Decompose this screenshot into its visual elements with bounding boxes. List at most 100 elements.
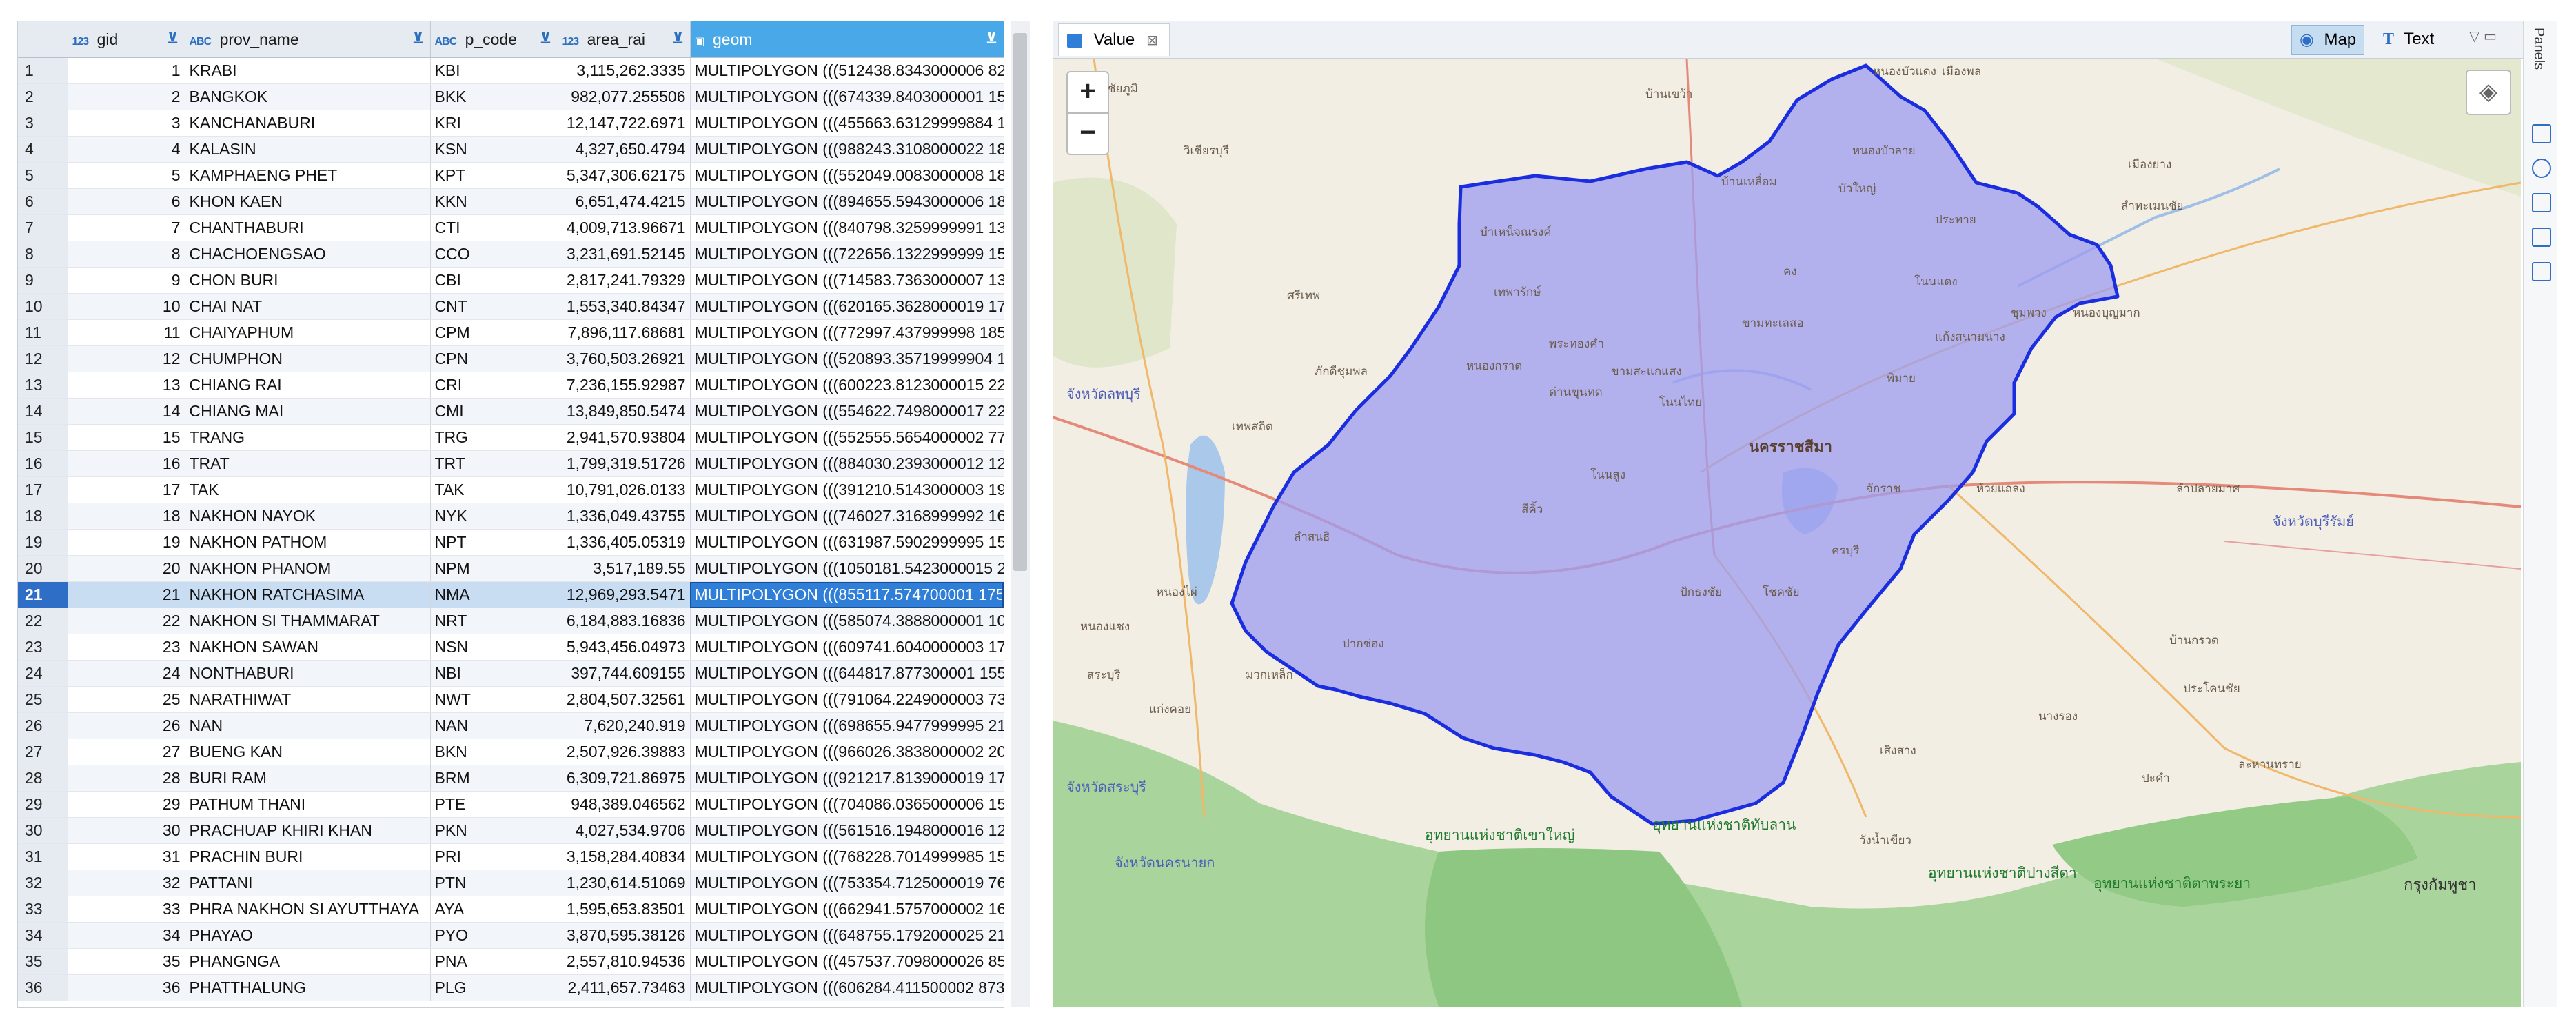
table-row[interactable]: 15 15 TRANG TRG 2,941,570.93804 MULTIPOLYGON … — [18, 424, 1004, 451]
area-rai-cell[interactable]: 5,943,456.04973 — [558, 634, 691, 661]
results-grid[interactable]: 123 gid ⊻ ABC prov_name ⊻ ABC p_code ⊻ 1… — [17, 21, 1004, 1008]
geom-cell[interactable]: MULTIPOLYGON (((768228.7014999985 15998 — [690, 843, 1004, 870]
gid-cell[interactable]: 20 — [68, 555, 185, 582]
geom-cell[interactable]: MULTIPOLYGON (((714583.7363000007 13844 — [690, 267, 1004, 294]
geom-cell[interactable]: MULTIPOLYGON (((609741.6040000003 17907 — [690, 634, 1004, 661]
geom-cell[interactable]: MULTIPOLYGON (((988243.3108000022 18962 — [690, 136, 1004, 163]
gid-cell[interactable]: 17 — [68, 476, 185, 503]
table-row[interactable]: 35 35 PHANGNGA PNA 2,557,810.94536 MULTIPOLYG… — [18, 948, 1004, 975]
prov-name-cell[interactable]: CHAI NAT — [185, 293, 431, 320]
geom-cell[interactable]: MULTIPOLYGON (((704086.0365000006 15757 — [690, 791, 1004, 818]
gid-cell[interactable]: 15 — [68, 424, 185, 451]
p-code-cell[interactable]: CRI — [430, 372, 558, 399]
table-row[interactable]: 2 2 BANGKOK BKK 982,077.255506 MULTIPOLYGON (… — [18, 83, 1004, 110]
panel-grid-icon[interactable] — [2532, 193, 2551, 212]
table-row[interactable]: 24 24 NONTHABURI NBI 397,744.609155 MULTIPOLY… — [18, 660, 1004, 687]
table-row[interactable]: 7 7 CHANTHABURI CTI 4,009,713.96671 MULTIPOLY… — [18, 214, 1004, 241]
prov-name-cell[interactable]: KALASIN — [185, 136, 431, 163]
area-rai-cell[interactable]: 3,115,262.3335 — [558, 57, 691, 84]
scrollbar-thumb[interactable] — [1013, 33, 1027, 571]
gid-cell[interactable]: 16 — [68, 450, 185, 477]
prov-name-cell[interactable]: NAKHON SI THAMMARAT — [185, 608, 431, 634]
geom-cell[interactable]: MULTIPOLYGON (((674339.8403000001 15432 — [690, 83, 1004, 110]
p-code-cell[interactable]: PTN — [430, 870, 558, 896]
geom-cell[interactable]: MULTIPOLYGON (((457537.7098000026 85609 — [690, 948, 1004, 975]
row-number-cell[interactable]: 5 — [18, 162, 68, 189]
row-number-cell[interactable]: 6 — [18, 188, 68, 215]
prov-name-cell[interactable]: PHANGNGA — [185, 948, 431, 975]
row-number-cell[interactable]: 24 — [18, 660, 68, 687]
gid-cell[interactable]: 9 — [68, 267, 185, 294]
filter-icon[interactable]: ⊻ — [167, 30, 179, 48]
gid-cell[interactable]: 34 — [68, 922, 185, 949]
table-row[interactable]: 3 3 KANCHANABURI KRI 12,147,722.6971 MULTIPOL… — [18, 110, 1004, 137]
area-rai-cell[interactable]: 3,158,284.40834 — [558, 843, 691, 870]
p-code-cell[interactable]: CPM — [430, 319, 558, 346]
row-number-cell[interactable]: 22 — [18, 608, 68, 634]
prov-name-cell[interactable]: PHATTHALUNG — [185, 974, 431, 1001]
table-row[interactable]: 30 30 PRACHUAP KHIRI KHAN PKN 4,027,534.9706… — [18, 817, 1004, 844]
p-code-cell[interactable]: KKN — [430, 188, 558, 215]
filter-icon[interactable]: ⊻ — [986, 30, 998, 48]
gid-cell[interactable]: 23 — [68, 634, 185, 661]
panel-menu-icon[interactable]: ▽ ▭ — [2469, 28, 2497, 45]
p-code-cell[interactable]: CNT — [430, 293, 558, 320]
filter-icon[interactable]: ⊻ — [412, 30, 425, 48]
row-number-cell[interactable]: 28 — [18, 765, 68, 792]
p-code-cell[interactable]: PYO — [430, 922, 558, 949]
gid-cell[interactable]: 22 — [68, 608, 185, 634]
p-code-cell[interactable]: CCO — [430, 241, 558, 268]
column-header-area-rai[interactable]: 123 area_rai ⊻ — [558, 21, 691, 58]
area-rai-cell[interactable]: 3,760,503.26921 — [558, 345, 691, 372]
panel-calc-icon[interactable] — [2532, 228, 2551, 247]
p-code-cell[interactable]: NAN — [430, 712, 558, 739]
prov-name-cell[interactable]: TAK — [185, 476, 431, 503]
close-icon[interactable]: ⊠ — [1146, 33, 1158, 48]
table-row[interactable]: 4 4 KALASIN KSN 4,327,650.4794 MULTIPOLYGON (… — [18, 136, 1004, 163]
table-row[interactable]: 18 18 NAKHON NAYOK NYK 1,336,049.43755 MULTIP… — [18, 503, 1004, 530]
table-row[interactable]: 28 28 BURI RAM BRM 6,309,721.86975 MULTIPOLYG… — [18, 765, 1004, 792]
prov-name-cell[interactable]: KANCHANABURI — [185, 110, 431, 137]
row-number-cell[interactable]: 10 — [18, 293, 68, 320]
p-code-cell[interactable]: NYK — [430, 503, 558, 530]
table-row[interactable]: 36 36 PHATTHALUNG PLG 2,411,657.73463 MULTIPO… — [18, 974, 1004, 1001]
table-row[interactable]: 9 9 CHON BURI CBI 2,817,241.79329 MULTIPOLYGO… — [18, 267, 1004, 294]
gid-cell[interactable]: 7 — [68, 214, 185, 241]
row-number-cell[interactable]: 13 — [18, 372, 68, 399]
area-rai-cell[interactable]: 2,817,241.79329 — [558, 267, 691, 294]
table-row[interactable]: 6 6 KHON KAEN KKN 6,651,474.4215 MULTIPOLYGON… — [18, 188, 1004, 215]
p-code-cell[interactable]: KRI — [430, 110, 558, 137]
p-code-cell[interactable]: NSN — [430, 634, 558, 661]
p-code-cell[interactable]: TRG — [430, 424, 558, 451]
prov-name-cell[interactable]: KRABI — [185, 57, 431, 84]
filter-icon[interactable]: ⊻ — [540, 30, 552, 48]
area-rai-cell[interactable]: 397,744.609155 — [558, 660, 691, 687]
geom-cell[interactable]: MULTIPOLYGON (((1050181.5423000015 2000 — [690, 555, 1004, 582]
p-code-cell[interactable]: NRT — [430, 608, 558, 634]
row-number-cell[interactable]: 34 — [18, 922, 68, 949]
gid-cell[interactable]: 32 — [68, 870, 185, 896]
area-rai-cell[interactable]: 4,009,713.96671 — [558, 214, 691, 241]
prov-name-cell[interactable]: NAKHON SAWAN — [185, 634, 431, 661]
row-number-cell[interactable]: 2 — [18, 83, 68, 110]
prov-name-cell[interactable]: CHIANG MAI — [185, 398, 431, 425]
row-number-cell[interactable]: 1 — [18, 57, 68, 84]
p-code-cell[interactable]: CMI — [430, 398, 558, 425]
row-number-cell[interactable]: 15 — [18, 424, 68, 451]
p-code-cell[interactable]: BRM — [430, 765, 558, 792]
geom-cell[interactable]: MULTIPOLYGON (((772997.437999998 18517 — [690, 319, 1004, 346]
area-rai-cell[interactable]: 4,027,534.9706 — [558, 817, 691, 844]
row-number-cell[interactable]: 17 — [18, 476, 68, 503]
table-row[interactable]: 21 21 NAKHON RATCHASIMA NMA 12,969,293.5471 M… — [18, 581, 1004, 608]
area-rai-cell[interactable]: 1,336,405.05319 — [558, 529, 691, 556]
prov-name-cell[interactable]: CHAIYAPHUM — [185, 319, 431, 346]
table-row[interactable]: 23 23 NAKHON SAWAN NSN 5,943,456.04973 MULTIP… — [18, 634, 1004, 661]
p-code-cell[interactable]: CPN — [430, 345, 558, 372]
prov-name-cell[interactable]: NAN — [185, 712, 431, 739]
area-rai-cell[interactable]: 3,231,691.52145 — [558, 241, 691, 268]
gid-cell[interactable]: 12 — [68, 345, 185, 372]
row-number-cell[interactable]: 3 — [18, 110, 68, 137]
area-rai-cell[interactable]: 5,347,306.62175 — [558, 162, 691, 189]
p-code-cell[interactable]: KSN — [430, 136, 558, 163]
row-number-cell[interactable]: 25 — [18, 686, 68, 713]
